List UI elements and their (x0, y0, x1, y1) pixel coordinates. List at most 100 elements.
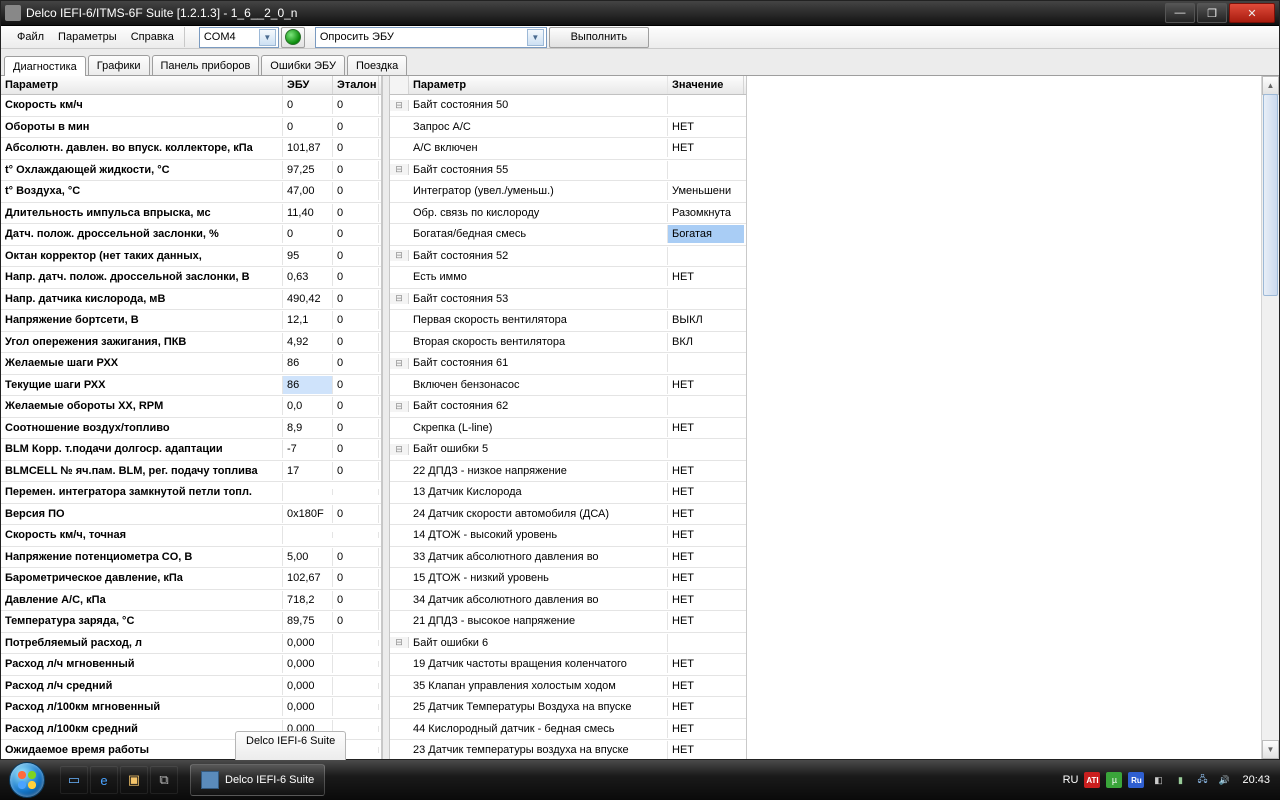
table-row[interactable]: 24 Датчик скорости автомобиля (ДСА)НЕТ (390, 504, 746, 526)
table-row[interactable]: 14 ДТОЖ - высокий уровеньНЕТ (390, 525, 746, 547)
collapse-icon[interactable]: ⊟ (390, 164, 409, 175)
ie-icon[interactable]: e (90, 766, 118, 794)
table-row[interactable]: Обороты в мин00 (1, 117, 381, 139)
scroll-up-icon[interactable]: ▲ (1262, 76, 1279, 95)
document-tab[interactable]: Delco IEFI-6 Suite (235, 731, 346, 760)
table-row[interactable]: 22 ДПДЗ - низкое напряжениеНЕТ (390, 461, 746, 483)
table-row[interactable]: A/C включенНЕТ (390, 138, 746, 160)
table-row[interactable]: Октан корректор (нет таких данных,950 (1, 246, 381, 268)
titlebar[interactable]: Delco IEFI-6/ITMS-6F Suite [1.2.1.3] - 1… (1, 1, 1279, 26)
table-row[interactable]: Расход л/ч средний0,000 (1, 676, 381, 698)
table-row[interactable]: ⊟Байт состояния 55 (390, 160, 746, 182)
table-row[interactable]: Перемен. интегратора замкнутой петли топ… (1, 482, 381, 504)
collapse-icon[interactable]: ⊟ (390, 358, 409, 369)
table-row[interactable]: 23 Датчик температуры воздуха на впускеН… (390, 740, 746, 759)
action-combo[interactable]: Опросить ЭБУ ▼ (315, 27, 547, 48)
table-row[interactable]: t° Охлаждающей жидкости, °C97,250 (1, 160, 381, 182)
table-row[interactable]: Длительность импульса впрыска, мс11,400 (1, 203, 381, 225)
tab-diag[interactable]: Диагностика (4, 56, 86, 76)
table-row[interactable]: 15 ДТОЖ - низкий уровеньНЕТ (390, 568, 746, 590)
menu-help[interactable]: Справка (125, 28, 180, 46)
ru-tray-icon[interactable]: Ru (1128, 772, 1144, 788)
maximize-button[interactable]: ❐ (1197, 3, 1227, 23)
table-row[interactable]: Желаемые шаги РХХ860 (1, 353, 381, 375)
taskbar-app-button[interactable]: Delco IEFI-6 Suite (190, 764, 325, 796)
battery-tray-icon[interactable]: ▮ (1172, 772, 1188, 788)
table-row[interactable]: ⊟Байт состояния 50 (390, 95, 746, 117)
table-row[interactable]: Версия ПО0x180F0 (1, 504, 381, 526)
collapse-icon[interactable]: ⊟ (390, 293, 409, 304)
table-row[interactable]: Напряжение потенциометра CO, В5,000 (1, 547, 381, 569)
scroll-down-icon[interactable]: ▼ (1262, 740, 1279, 759)
table-row[interactable]: Скорость км/ч, точная (1, 525, 381, 547)
table-row[interactable]: 21 ДПДЗ - высокое напряжениеНЕТ (390, 611, 746, 633)
table-row[interactable]: ⊟Байт состояния 61 (390, 353, 746, 375)
table-row[interactable]: Текущие шаги РХХ860 (1, 375, 381, 397)
explorer-icon[interactable]: ▣ (120, 766, 148, 794)
table-row[interactable]: Расход л/ч мгновенный0,000 (1, 654, 381, 676)
table-row[interactable]: t° Воздуха, °C47,000 (1, 181, 381, 203)
switcher-icon[interactable]: ⧉ (150, 766, 178, 794)
table-row[interactable]: BLMCELL № яч.пам. BLM, рег. подачу топли… (1, 461, 381, 483)
table-row[interactable]: ⊟Байт состояния 52 (390, 246, 746, 268)
collapse-icon[interactable]: ⊟ (390, 637, 409, 648)
table-row[interactable]: Напряжение бортсети, В12,10 (1, 310, 381, 332)
table-row[interactable]: Есть иммоНЕТ (390, 267, 746, 289)
collapse-icon[interactable]: ⊟ (390, 250, 409, 261)
scroll-thumb[interactable] (1263, 94, 1278, 296)
table-row[interactable]: Запрос A/CНЕТ (390, 117, 746, 139)
utorrent-tray-icon[interactable]: µ (1106, 772, 1122, 788)
table-row[interactable]: ⊟Байт ошибки 6 (390, 633, 746, 655)
table-row[interactable]: 33 Датчик абсолютного давления воНЕТ (390, 547, 746, 569)
volume-tray-icon[interactable]: 🔊 (1216, 772, 1232, 788)
col-param2[interactable]: Параметр (409, 76, 668, 94)
tray-icon[interactable]: ◧ (1150, 772, 1166, 788)
table-row[interactable]: 25 Датчик Температуры Воздуха на впускеН… (390, 697, 746, 719)
clock[interactable]: 20:43 (1242, 774, 1270, 786)
close-button[interactable]: ✕ (1229, 3, 1275, 23)
network-tray-icon[interactable]: 🖧 (1194, 772, 1210, 788)
table-row[interactable]: Соотношение воздух/топливо8,90 (1, 418, 381, 440)
col-etalon[interactable]: Эталон (333, 76, 379, 94)
run-button[interactable]: Выполнить (549, 27, 649, 48)
table-row[interactable]: Богатая/бедная смесьБогатая (390, 224, 746, 246)
col-param[interactable]: Параметр (1, 76, 283, 94)
table-row[interactable]: Расход л/100км мгновенный0,000 (1, 697, 381, 719)
collapse-icon[interactable]: ⊟ (390, 444, 409, 455)
start-button[interactable] (0, 760, 54, 800)
lang-indicator[interactable]: RU (1063, 774, 1079, 786)
splitter[interactable] (382, 76, 390, 759)
table-row[interactable]: Скорость км/ч00 (1, 95, 381, 117)
com-port-combo[interactable]: COM4 ▼ (199, 27, 279, 48)
table-row[interactable]: 19 Датчик частоты вращения коленчатогоНЕ… (390, 654, 746, 676)
table-row[interactable]: Первая скорость вентилятораВЫКЛ (390, 310, 746, 332)
record-button[interactable] (281, 27, 305, 48)
col-ecu[interactable]: ЭБУ (283, 76, 333, 94)
tab-errors[interactable]: Ошибки ЭБУ (261, 55, 345, 75)
table-row[interactable]: Абсолютн. давлен. во впуск. коллекторе, … (1, 138, 381, 160)
table-row[interactable]: Вторая скорость вентилятораВКЛ (390, 332, 746, 354)
table-row[interactable]: Скрепка (L-line)НЕТ (390, 418, 746, 440)
table-row[interactable]: Желаемые обороты ХХ, RPM0,00 (1, 396, 381, 418)
show-desktop-icon[interactable]: ▭ (60, 766, 88, 794)
table-row[interactable]: Потребляемый расход, л0,000 (1, 633, 381, 655)
col-value[interactable]: Значение (668, 76, 744, 94)
table-row[interactable]: Датч. полож. дроссельной заслонки, %00 (1, 224, 381, 246)
tab-charts[interactable]: Графики (88, 55, 150, 75)
table-row[interactable]: ⊟Байт состояния 53 (390, 289, 746, 311)
menu-file[interactable]: Файл (11, 28, 50, 46)
left-table-body[interactable]: Скорость км/ч00Обороты в мин00Абсолютн. … (1, 95, 381, 759)
table-row[interactable]: Обр. связь по кислородуРазомкнута (390, 203, 746, 225)
collapse-icon[interactable]: ⊟ (390, 100, 409, 111)
table-row[interactable]: Включен бензонасосНЕТ (390, 375, 746, 397)
table-row[interactable]: ⊟Байт состояния 62 (390, 396, 746, 418)
ati-tray-icon[interactable]: ATI (1084, 772, 1100, 788)
table-row[interactable]: Температура заряда, °C89,750 (1, 611, 381, 633)
table-row[interactable]: 35 Клапан управления холостым ходомНЕТ (390, 676, 746, 698)
table-row[interactable]: Угол опережения зажигания, ПКВ4,920 (1, 332, 381, 354)
table-row[interactable]: Напр. датчика кислорода, мВ490,420 (1, 289, 381, 311)
table-row[interactable]: Напр. датч. полож. дроссельной заслонки,… (1, 267, 381, 289)
tab-dash[interactable]: Панель приборов (152, 55, 260, 75)
scrollbar[interactable]: ▲ ▼ (1261, 76, 1279, 759)
collapse-icon[interactable]: ⊟ (390, 401, 409, 412)
